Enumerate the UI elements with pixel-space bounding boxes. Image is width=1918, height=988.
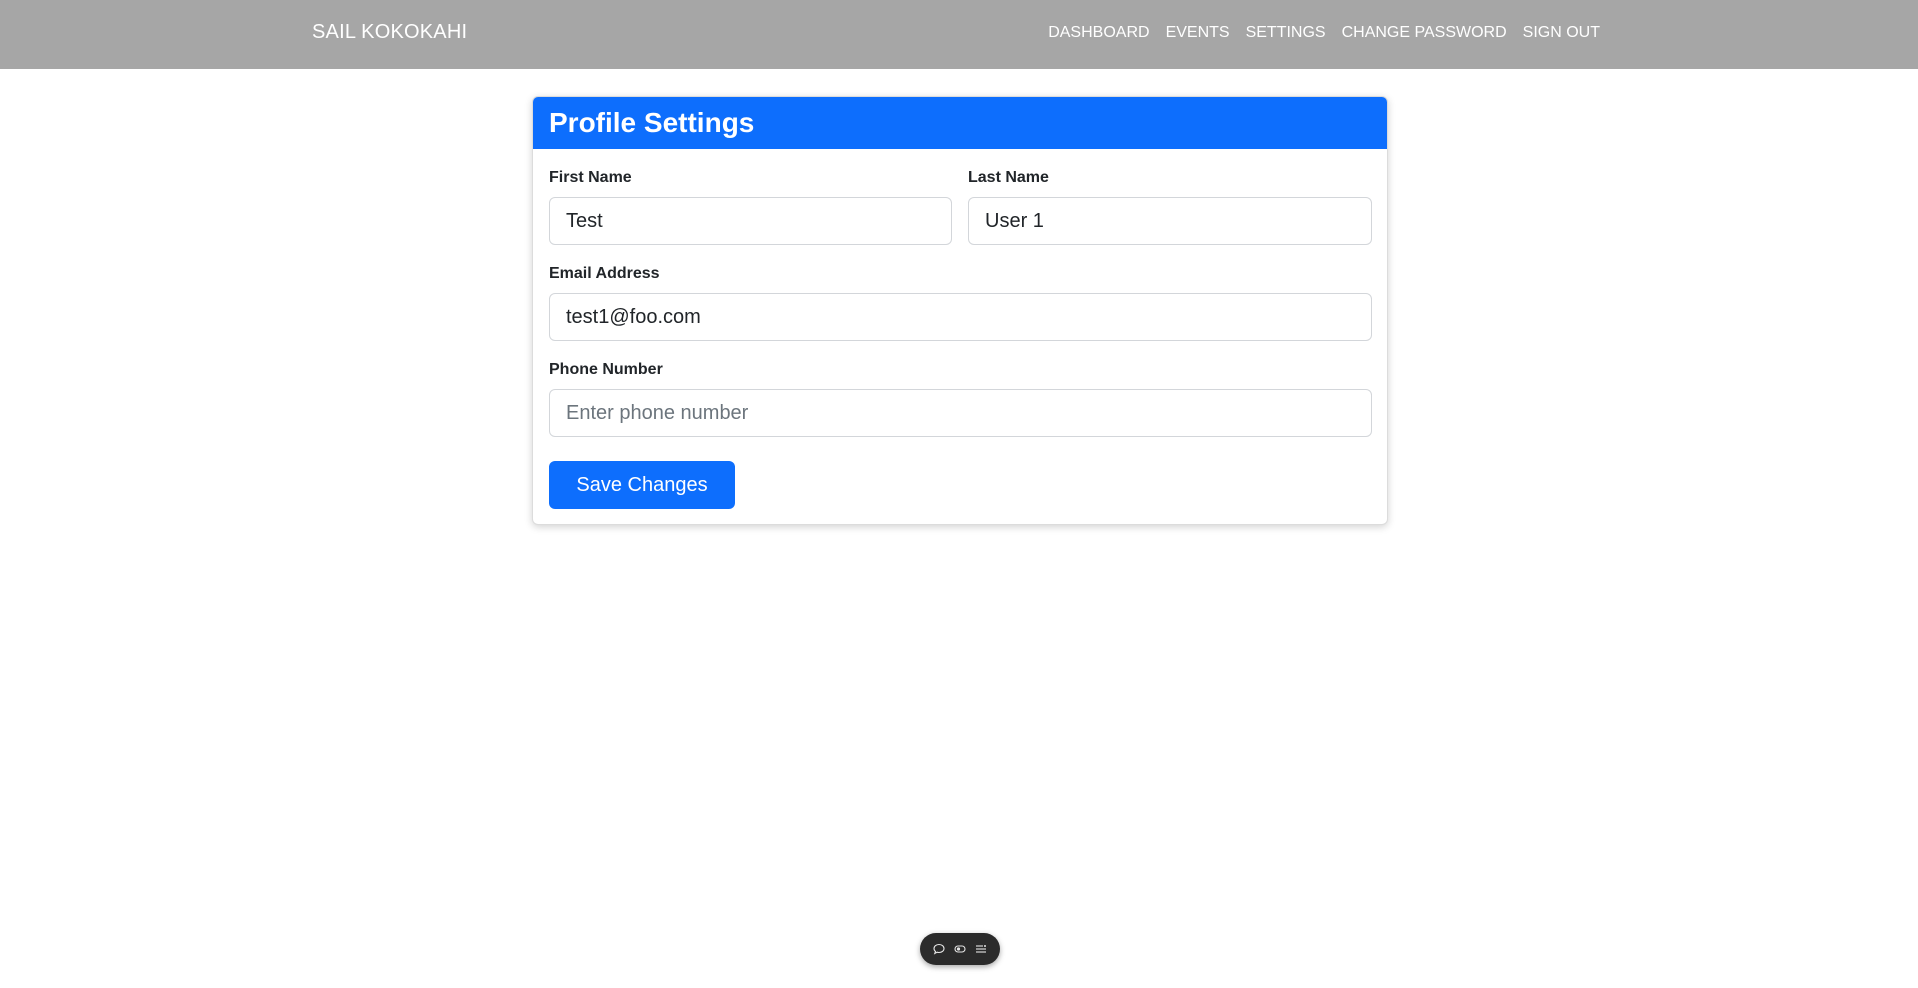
page-title: Profile Settings bbox=[549, 107, 755, 138]
phone-label: Phone Number bbox=[549, 361, 663, 378]
toggle-icon-glyph bbox=[954, 945, 966, 953]
card-header: Profile Settings bbox=[533, 97, 1387, 149]
nav-link-settings[interactable]: SETTINGS bbox=[1246, 24, 1326, 42]
chat-icon[interactable] bbox=[931, 941, 947, 957]
toggle-icon[interactable] bbox=[952, 941, 968, 957]
profile-settings-card: Profile Settings First Name Last Name Em… bbox=[532, 96, 1388, 525]
chat-icon-glyph bbox=[933, 943, 945, 955]
menu-icon-glyph bbox=[976, 945, 987, 953]
nav-link-sign-out[interactable]: SIGN OUT bbox=[1523, 24, 1600, 42]
save-changes-button[interactable]: Save Changes bbox=[549, 461, 735, 509]
last-name-label: Last Name bbox=[968, 169, 1049, 186]
brand-logo[interactable]: SAIL KOKOKAHI bbox=[312, 21, 467, 44]
floating-toolbar bbox=[920, 933, 1000, 965]
nav-links: DASHBOARD EVENTS SETTINGS CHANGE PASSWOR… bbox=[1048, 24, 1600, 42]
top-navbar: SAIL KOKOKAHI DASHBOARD EVENTS SETTINGS … bbox=[0, 0, 1918, 69]
first-name-label: First Name bbox=[549, 169, 632, 186]
phone-input[interactable] bbox=[549, 389, 1372, 437]
email-input[interactable] bbox=[549, 293, 1372, 341]
first-name-input[interactable] bbox=[549, 197, 952, 245]
nav-link-change-password[interactable]: CHANGE PASSWORD bbox=[1342, 24, 1507, 42]
nav-link-dashboard[interactable]: DASHBOARD bbox=[1048, 24, 1149, 42]
last-name-input[interactable] bbox=[968, 197, 1372, 245]
email-label: Email Address bbox=[549, 265, 660, 282]
menu-icon[interactable] bbox=[973, 941, 989, 957]
nav-link-events[interactable]: EVENTS bbox=[1166, 24, 1230, 42]
